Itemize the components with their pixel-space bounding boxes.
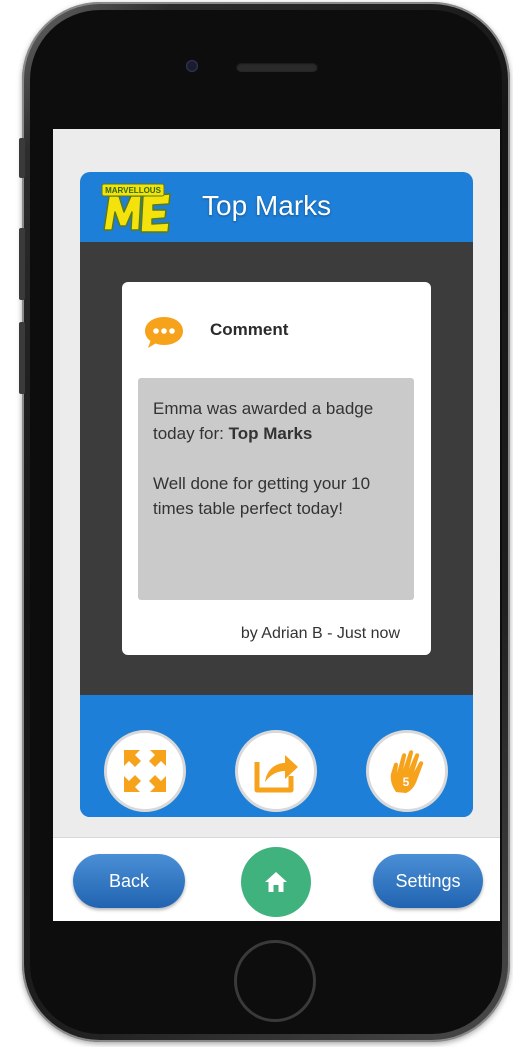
- action-bar: 5: [80, 695, 473, 817]
- back-button[interactable]: Back: [73, 854, 185, 908]
- title-bar: MARVELLOUS Top Marks: [80, 172, 473, 242]
- page-title: Top Marks: [202, 190, 332, 221]
- volume-down-button: [19, 322, 25, 394]
- high-five-button[interactable]: 5: [366, 730, 448, 812]
- content-area: Comment Emma was awarded a badge today f…: [80, 242, 473, 695]
- hardware-home-button[interactable]: [234, 940, 316, 1022]
- badge-name: Top Marks: [228, 424, 313, 443]
- svg-text:5: 5: [403, 775, 410, 789]
- app-screen: MARVELLOUS Top Marks Comment Emma was aw…: [53, 129, 500, 921]
- share-icon: [254, 755, 298, 793]
- speech-bubble-icon: [145, 317, 183, 348]
- bottom-nav: Back Settings: [53, 837, 500, 921]
- expand-icon: [124, 750, 166, 792]
- home-icon: [265, 872, 287, 892]
- message-text: Emma was awarded a badge today for: Top …: [153, 396, 403, 521]
- mute-switch: [19, 138, 25, 178]
- message-box: Emma was awarded a badge today for: Top …: [138, 378, 414, 600]
- settings-button[interactable]: Settings: [373, 854, 483, 908]
- svg-text:MARVELLOUS: MARVELLOUS: [105, 186, 162, 195]
- share-button[interactable]: [235, 730, 317, 812]
- message-body: Well done for getting your 10 times tabl…: [153, 474, 371, 518]
- earpiece-speaker: [236, 62, 318, 72]
- marvellous-me-logo: MARVELLOUS: [101, 183, 171, 233]
- high-five-icon: 5: [390, 750, 424, 793]
- comment-type-label: Comment: [210, 320, 289, 339]
- author-timestamp: by Adrian B - Just now: [240, 625, 400, 642]
- home-button[interactable]: [241, 847, 311, 917]
- comment-card: Comment Emma was awarded a badge today f…: [122, 282, 431, 655]
- badge-card: MARVELLOUS Top Marks Comment Emma was aw…: [80, 172, 473, 817]
- volume-up-button: [19, 228, 25, 300]
- front-camera: [186, 60, 198, 72]
- expand-button[interactable]: [104, 730, 186, 812]
